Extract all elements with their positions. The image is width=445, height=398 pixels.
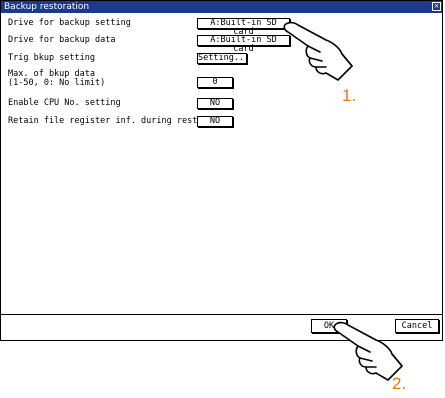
drive-backup-data-field[interactable]: A:Built-in SD card [197, 35, 290, 54]
title-bar: Backup restoration × [1, 1, 442, 13]
trig-bkup-setting-button[interactable]: Setting... [197, 53, 249, 64]
drive-backup-setting-label: Drive for backup setting [8, 18, 131, 28]
hand-pointer-icon [333, 321, 403, 381]
footer-divider [1, 314, 442, 315]
hand-pointer-icon [283, 21, 353, 81]
step-1-callout: 1. [342, 86, 357, 105]
close-icon[interactable]: × [432, 2, 441, 11]
retain-file-label: Retain file register inf. during restor [8, 116, 208, 126]
max-bkup-field[interactable]: 0 [197, 77, 233, 88]
retain-file-field[interactable]: NO [197, 116, 233, 127]
backup-restoration-window: Backup restoration × Drive for backup se… [0, 0, 443, 341]
trig-bkup-label: Trig bkup setting [8, 53, 95, 63]
enable-cpu-label: Enable CPU No. setting [8, 98, 121, 108]
drive-backup-data-label: Drive for backup data [8, 35, 116, 45]
max-bkup-label-line2: (1-50, 0: No limit) [8, 78, 106, 88]
enable-cpu-field[interactable]: NO [197, 98, 233, 109]
step-2-callout: 2. [392, 374, 407, 393]
window-title: Backup restoration [4, 2, 90, 12]
max-bkup-label: Max. of bkup data (1-50, 0: No limit) [8, 70, 105, 88]
drive-backup-setting-field[interactable]: A:Built-in SD card [197, 18, 290, 37]
